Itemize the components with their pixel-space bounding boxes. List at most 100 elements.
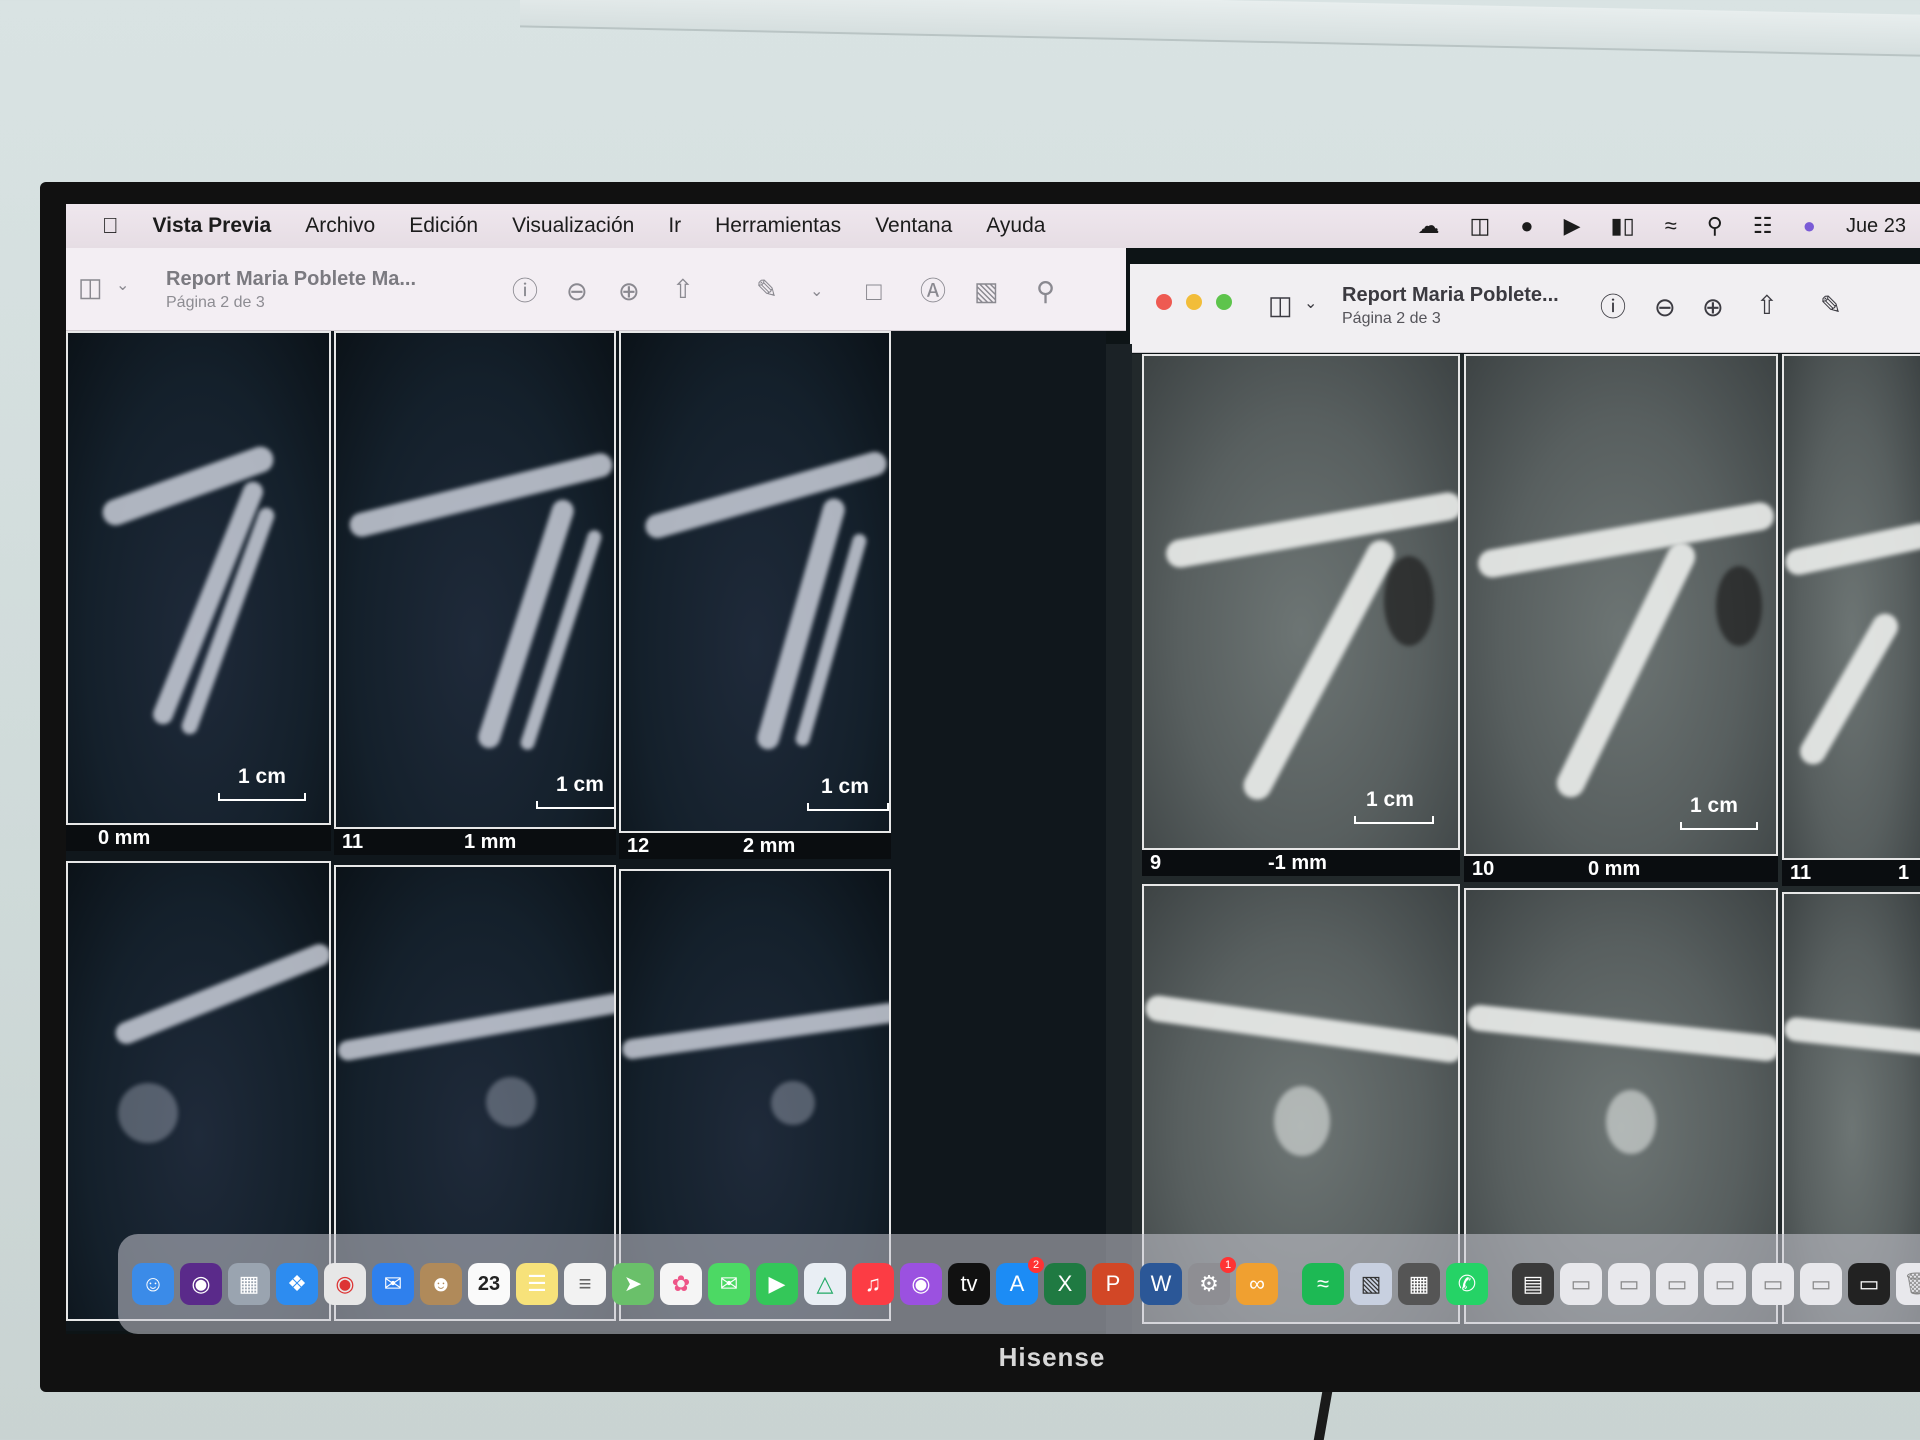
user-icon[interactable]: ● xyxy=(1520,215,1533,237)
finder-icon[interactable]: ☺ xyxy=(132,1263,174,1305)
search-icon[interactable]: ⚲ xyxy=(1707,215,1723,237)
facetime-icon[interactable]: ▶ xyxy=(756,1263,798,1305)
menu-herramientas[interactable]: Herramientas xyxy=(715,214,841,238)
menu-archivo[interactable]: Archivo xyxy=(305,214,375,238)
whatsapp-icon[interactable]: ✆ xyxy=(1446,1263,1488,1305)
markup-pen-icon[interactable]: ✎ xyxy=(1820,292,1842,318)
close-button[interactable] xyxy=(1156,294,1172,310)
menu-app-name[interactable]: Vista Previa xyxy=(153,214,272,238)
battery-icon[interactable]: ▮▯ xyxy=(1610,215,1634,237)
info-icon[interactable]: ⓘ xyxy=(512,278,538,304)
music-icon[interactable]: ♫ xyxy=(852,1263,894,1305)
menu-ventana[interactable]: Ventana xyxy=(875,214,952,238)
scan-panel: 1 cm xyxy=(619,331,891,857)
siri-icon[interactable]: ● xyxy=(1803,215,1816,237)
document-title: Report Maria Poblete... xyxy=(1342,284,1559,306)
tv-brand-logo: Hisense xyxy=(998,1342,1106,1372)
share-icon[interactable]: ⇧ xyxy=(1756,292,1778,318)
scale-label: 1 cm xyxy=(821,775,869,798)
zoom-in-icon[interactable]: ⊕ xyxy=(1702,294,1724,320)
minimized-window-icon[interactable]: ▭ xyxy=(1704,1263,1746,1305)
scan-panel: 1 cm xyxy=(66,331,331,849)
chevron-down-icon[interactable]: ⌄ xyxy=(810,284,823,300)
window-divider xyxy=(1106,344,1132,1334)
scan-panel: 1 cm xyxy=(334,331,616,853)
siri-icon[interactable]: ◉ xyxy=(180,1263,222,1305)
notes-icon[interactable]: ☰ xyxy=(516,1263,558,1305)
rotate-icon[interactable]: □ xyxy=(866,278,882,304)
maximize-button[interactable] xyxy=(1216,294,1232,310)
settings-badge: 1 xyxy=(1220,1257,1236,1273)
minimized-window-icon[interactable]: ▭ xyxy=(1560,1263,1602,1305)
minimized-window-icon[interactable]: ▭ xyxy=(1848,1263,1890,1305)
photos-icon[interactable]: ✿ xyxy=(660,1263,702,1305)
minimized-window-icon[interactable]: ▭ xyxy=(1752,1263,1794,1305)
zoom-out-icon[interactable]: ⊖ xyxy=(1654,294,1676,320)
reminders-icon[interactable]: ≡ xyxy=(564,1263,606,1305)
system-settings-icon[interactable]: ⚙ 1 xyxy=(1188,1257,1236,1305)
launchpad-icon[interactable]: ▦ xyxy=(228,1263,270,1305)
wifi-icon[interactable]: ≈ xyxy=(1665,215,1677,237)
link-app-icon[interactable]: ∞ xyxy=(1236,1263,1278,1305)
messages-icon[interactable]: ✉ xyxy=(708,1263,750,1305)
app-store-icon[interactable]: A 2 xyxy=(996,1257,1044,1305)
document-page: Página 2 de 3 xyxy=(166,294,265,311)
contacts-icon[interactable]: ☻ xyxy=(420,1263,462,1305)
minimize-button[interactable] xyxy=(1186,294,1202,310)
screen-mirror-icon[interactable]: ◫ xyxy=(1469,215,1490,237)
menu-edicion[interactable]: Edición xyxy=(409,214,478,238)
zoom-in-icon[interactable]: ⊕ xyxy=(618,278,640,304)
excel-icon[interactable]: X xyxy=(1044,1263,1086,1305)
slice-label-strip: 9 -1 mm xyxy=(1142,848,1460,876)
sidebar-toggle-icon[interactable]: ◫ xyxy=(78,274,103,300)
maps-icon[interactable]: ➤ xyxy=(612,1263,654,1305)
menu-ayuda[interactable]: Ayuda xyxy=(986,214,1045,238)
slice-depth: -1 mm xyxy=(1268,852,1327,874)
powerpoint-icon[interactable]: P xyxy=(1092,1263,1134,1305)
minimized-window-icon[interactable]: ▭ xyxy=(1800,1263,1842,1305)
play-icon[interactable]: ▶ xyxy=(1564,215,1581,237)
slice-depth: 1 mm xyxy=(464,831,517,853)
apple-icon[interactable]:  xyxy=(102,215,119,237)
calendar-icon[interactable]: 23 xyxy=(468,1263,510,1305)
spotify-icon[interactable]: ≈ xyxy=(1302,1263,1344,1305)
cloud-icon[interactable]: ☁ xyxy=(1417,215,1439,237)
minimized-window-icon[interactable]: ▭ xyxy=(1656,1263,1698,1305)
mail-icon[interactable]: ✉ xyxy=(372,1263,414,1305)
slice-label-strip: 12 2 mm xyxy=(619,831,891,859)
document-icon[interactable]: ▤ xyxy=(1512,1263,1554,1305)
zoom-out-icon[interactable]: ⊖ xyxy=(566,278,588,304)
chevron-down-icon[interactable]: ⌄ xyxy=(116,278,129,294)
app-store-badge: 2 xyxy=(1028,1257,1044,1273)
podcasts-icon[interactable]: ◉ xyxy=(900,1263,942,1305)
calculator-icon[interactable]: ▦ xyxy=(1398,1263,1440,1305)
menu-ir[interactable]: Ir xyxy=(668,214,681,238)
scan-panel xyxy=(1782,354,1920,870)
word-icon[interactable]: W xyxy=(1140,1263,1182,1305)
slice-depth: 0 mm xyxy=(1588,858,1641,880)
apple-tv-icon[interactable]: tv xyxy=(948,1263,990,1305)
screen:  Vista Previa Archivo Edición Visualiza… xyxy=(66,204,1920,1334)
minimized-window-icon[interactable]: ▭ xyxy=(1608,1263,1650,1305)
search-icon[interactable]: ⚲ xyxy=(1036,278,1055,304)
preview-icon[interactable]: ▧ xyxy=(1350,1263,1392,1305)
slice-number: 11 xyxy=(1790,862,1812,884)
trash-icon[interactable]: 🗑 xyxy=(1896,1263,1920,1305)
control-center-icon[interactable]: ☷ xyxy=(1753,215,1773,237)
share-icon[interactable]: ⇧ xyxy=(672,276,694,302)
dock: ☺ ◉ ▦ ❖ ◉ ✉ ☻ 23 ☰ ≡ ➤ ✿ ✉ ▶ △ ♫ ◉ tv A … xyxy=(118,1234,1920,1334)
slice-label-strip: 11 1 m xyxy=(1782,858,1920,910)
left-document-view[interactable]: 1 cm 1 cm 1 cm 0 mm 11 1 mm 12 2 mm xyxy=(66,331,1106,1331)
form-fill-icon[interactable]: ▧ xyxy=(974,278,999,304)
markup-pen-icon[interactable]: ✎ xyxy=(756,276,778,302)
chevron-down-icon[interactable]: ⌄ xyxy=(1304,296,1317,312)
menu-visualizacion[interactable]: Visualización xyxy=(512,214,634,238)
annotate-icon[interactable]: Ⓐ xyxy=(920,278,946,304)
sidebar-toggle-icon[interactable]: ◫ xyxy=(1268,292,1293,318)
menu-clock[interactable]: Jue 23 xyxy=(1846,215,1906,238)
info-icon[interactable]: ⓘ xyxy=(1600,294,1626,320)
keynote-icon[interactable]: △ xyxy=(804,1263,846,1305)
right-document-view[interactable]: 1 cm 1 cm 9 -1 mm 10 0 mm 11 1 m xyxy=(1132,354,1920,1334)
safari-icon[interactable]: ❖ xyxy=(276,1263,318,1305)
chrome-icon[interactable]: ◉ xyxy=(324,1263,366,1305)
